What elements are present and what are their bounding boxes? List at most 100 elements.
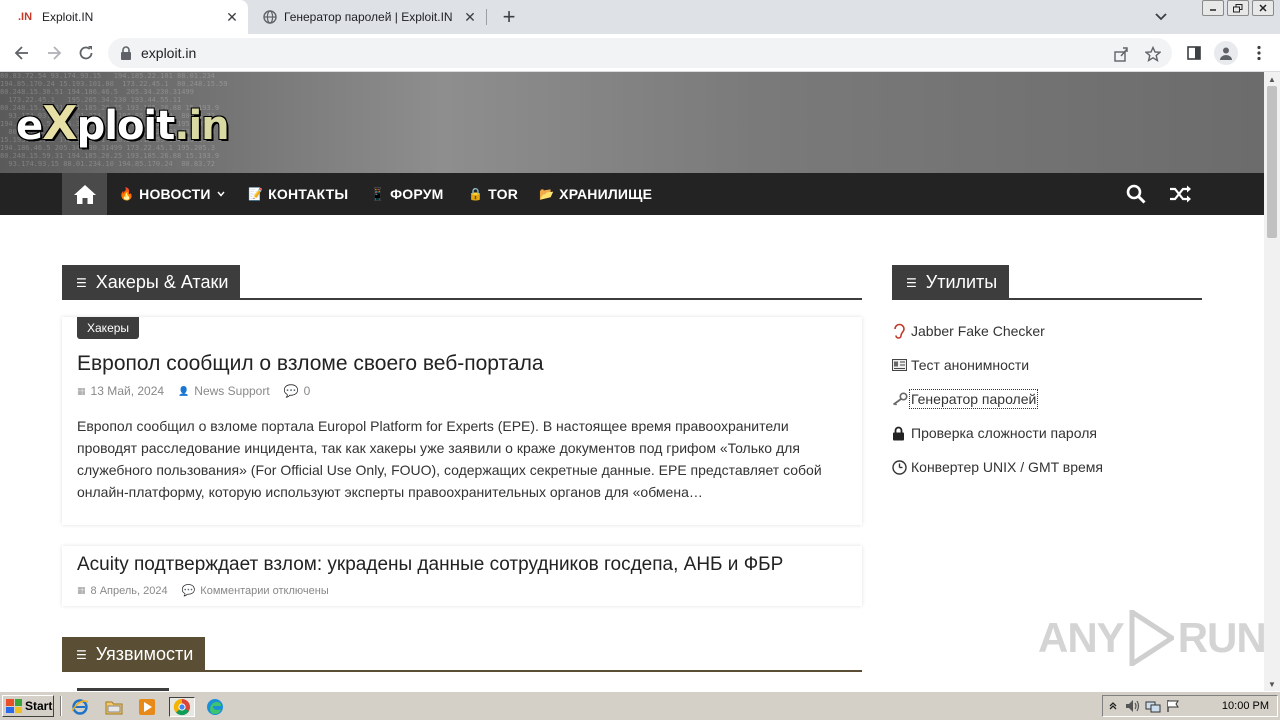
url-text[interactable]: exploit.in — [141, 45, 196, 61]
taskbar-divider — [60, 696, 62, 716]
section-header-vulnerabilities: ☰ Уязвимости — [62, 637, 862, 672]
search-icon[interactable] — [1121, 173, 1151, 215]
tab-separator — [486, 9, 487, 25]
site-favicon: .IN — [18, 11, 33, 23]
comment-icon: 💬 — [181, 585, 196, 597]
phone-icon: 📱 — [370, 187, 386, 201]
reload-icon[interactable] — [72, 39, 100, 67]
browser-tab-strip: .IN Exploit.IN ✕ Генератор паролей | Exp… — [0, 0, 1280, 34]
home-icon[interactable] — [62, 173, 107, 215]
internet-explorer-icon[interactable] — [70, 697, 90, 717]
back-arrow-icon[interactable] — [8, 39, 36, 67]
post-date[interactable]: 8 Апрель, 2024 — [91, 585, 168, 597]
section-header-utilities: ☰ Утилиты — [892, 265, 1202, 300]
main-navigation: 🔥 НОВОСТИ 📝 КОНТАКТЫ 📱 ФОРУМ 🔒 TOR 📂 ХРА… — [0, 173, 1264, 215]
address-bar[interactable]: exploit.in — [108, 38, 1172, 68]
clock-icon — [892, 459, 911, 475]
anyrun-watermark: ANY RUN — [1038, 610, 1264, 666]
comment-icon: 💬 — [283, 384, 299, 398]
window-controls — [1199, 0, 1274, 16]
scroll-down-arrow-icon[interactable]: ▼ — [1264, 677, 1280, 691]
post-author[interactable]: News Support — [194, 384, 269, 398]
media-player-icon[interactable] — [137, 697, 157, 717]
lock-icon[interactable] — [120, 46, 132, 60]
taskbar-clock[interactable]: 10:00 PM — [1222, 700, 1269, 712]
play-logo-icon — [1129, 610, 1174, 666]
file-explorer-icon[interactable] — [104, 697, 124, 717]
random-shuffle-icon[interactable] — [1165, 173, 1195, 215]
system-tray: 10:00 PM — [1102, 695, 1278, 717]
utility-password-strength-check[interactable]: Проверка сложности пароля — [892, 416, 1202, 450]
kebab-menu-icon[interactable] — [1249, 43, 1269, 63]
close-tab-icon[interactable]: ✕ — [220, 5, 244, 29]
bars-icon: ☰ — [76, 647, 87, 662]
nav-item-contacts[interactable]: 📝 КОНТАКТЫ — [248, 173, 348, 215]
forward-arrow-icon[interactable] — [40, 39, 68, 67]
post-card: Хакеры Европол сообщил о взломе своего в… — [62, 317, 862, 525]
site-logo[interactable]: eXploit.in — [16, 96, 230, 150]
utility-password-generator[interactable]: Генератор паролей — [892, 382, 1202, 416]
windows-flag-icon — [6, 699, 22, 713]
memo-icon: 📝 — [248, 187, 264, 201]
folder-icon: 📂 — [539, 187, 555, 201]
section-title[interactable]: ☰ Уязвимости — [62, 637, 206, 672]
scrollbar-thumb[interactable] — [1267, 86, 1277, 238]
windows-taskbar: Start 10:00 PM — [0, 691, 1280, 720]
globe-icon — [260, 10, 280, 24]
section-title[interactable]: ☰ Хакеры & Атаки — [62, 265, 241, 300]
chrome-icon[interactable] — [169, 697, 195, 717]
new-tab-button[interactable]: + — [496, 4, 522, 29]
post-comments[interactable]: 0 — [304, 384, 311, 398]
nav-item-tor[interactable]: 🔒 TOR — [468, 173, 518, 215]
nav-item-storage[interactable]: 📂 ХРАНИЛИЩЕ — [539, 173, 652, 215]
close-tab-icon[interactable]: ✕ — [458, 5, 482, 29]
tab-title: Генератор паролей | Exploit.IN — [284, 10, 453, 24]
tab-search-chevron-icon[interactable] — [1148, 5, 1174, 29]
nav-item-forum[interactable]: 📱 ФОРУМ — [370, 173, 444, 215]
side-panel-icon[interactable] — [1184, 43, 1204, 63]
post-comments: Комментарии отключены — [200, 584, 329, 597]
utility-unix-gmt-converter[interactable]: Конвертер UNIX / GMT время — [892, 450, 1202, 484]
logo-wordmark: eXploit.in — [16, 96, 230, 150]
edge-icon[interactable] — [205, 697, 225, 717]
tab-exploit-in[interactable]: .IN Exploit.IN ✕ — [0, 0, 248, 34]
page-scrollbar[interactable]: ▲ ▼ — [1264, 72, 1280, 691]
utilities-list: Jabber Fake Checker Тест анонимности Ген… — [892, 314, 1202, 484]
section-title[interactable]: ☰ Утилиты — [892, 265, 1010, 300]
lock-icon — [892, 426, 911, 441]
start-button[interactable]: Start — [2, 695, 54, 717]
bars-icon: ☰ — [76, 275, 87, 290]
site-header-banner: 80.83.72.54 93.174.93.15 194.185.22.101 … — [0, 72, 1264, 173]
category-badge[interactable]: Хакеры — [77, 317, 140, 339]
close-window-icon[interactable] — [1252, 0, 1274, 16]
post-excerpt: Европол сообщил о взломе портала Europol… — [77, 418, 822, 500]
calendar-icon: ▦ — [77, 385, 86, 396]
tab-password-generator[interactable]: Генератор паролей | Exploit.IN ✕ — [250, 0, 486, 34]
key-icon — [892, 392, 911, 406]
action-center-flag-icon[interactable] — [1163, 698, 1183, 714]
post-title[interactable]: Acuity подтверждает взлом: украдены данн… — [77, 554, 783, 576]
calendar-icon: ▦ — [77, 585, 86, 595]
utility-jabber-fake-checker[interactable]: Jabber Fake Checker — [892, 314, 1202, 348]
profile-avatar-icon[interactable] — [1214, 41, 1238, 65]
bookmark-star-icon[interactable] — [1144, 45, 1162, 63]
minimize-icon[interactable] — [1202, 0, 1224, 16]
fire-icon: 🔥 — [119, 187, 135, 201]
post-title[interactable]: Европол сообщил о взломе своего веб-порт… — [77, 352, 544, 376]
lock-icon: 🔒 — [468, 187, 484, 201]
id-card-icon — [892, 359, 911, 371]
ear-icon — [892, 323, 911, 339]
post-date[interactable]: 13 Май, 2024 — [91, 384, 165, 398]
post-card: Acuity подтверждает взлом: украдены данн… — [62, 546, 862, 606]
network-icon[interactable] — [1143, 698, 1163, 714]
share-icon[interactable] — [1112, 45, 1130, 63]
volume-icon[interactable] — [1123, 698, 1143, 714]
tab-title: Exploit.IN — [42, 10, 94, 24]
page-viewport: 80.83.72.54 93.174.93.15 194.185.22.101 … — [0, 72, 1264, 691]
utility-anonymity-test[interactable]: Тест анонимности — [892, 348, 1202, 382]
scroll-up-arrow-icon[interactable]: ▲ — [1264, 72, 1280, 86]
restore-icon[interactable] — [1227, 0, 1249, 16]
show-hidden-icons-chevron-icon[interactable] — [1103, 698, 1123, 714]
section-header-hackers: ☰ Хакеры & Атаки — [62, 265, 862, 300]
nav-item-news[interactable]: 🔥 НОВОСТИ — [119, 173, 225, 215]
